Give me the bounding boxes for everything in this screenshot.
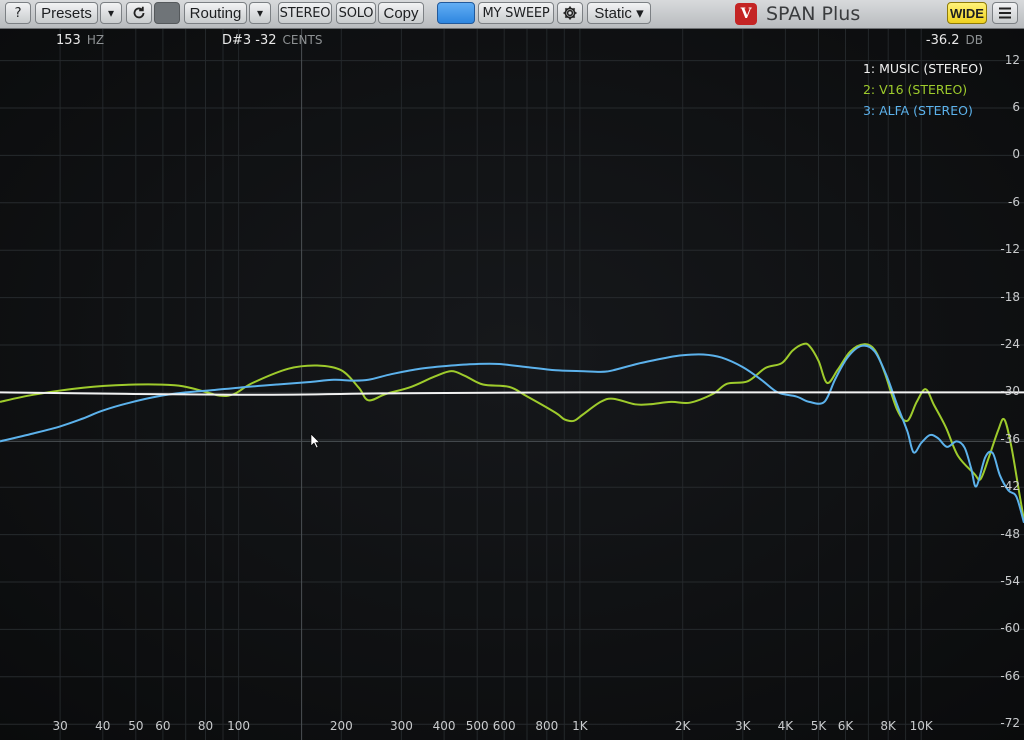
frequency-tick-label: 8K <box>880 719 896 733</box>
app-logo: V SPAN Plus <box>735 2 860 26</box>
menu-icon[interactable] <box>992 2 1018 24</box>
frequency-tick-label: 3K <box>735 719 751 733</box>
legend: 1: MUSIC (STEREO) 2: V16 (STEREO) 3: ALF… <box>863 58 983 121</box>
db-tick-label: -36 <box>1000 431 1020 446</box>
legend-item-music[interactable]: 1: MUSIC (STEREO) <box>863 58 983 79</box>
db-tick-label: -72 <box>1000 716 1020 731</box>
frequency-tick-label: 400 <box>432 719 456 733</box>
note-unit: CENTS <box>282 33 323 47</box>
frequency-tick-label: 200 <box>329 719 353 733</box>
frequency-tick-label: 6K <box>837 719 854 733</box>
voxengo-logo-icon: V <box>735 3 757 25</box>
db-tick-label: -6 <box>1008 194 1020 209</box>
legend-item-v16[interactable]: 2: V16 (STEREO) <box>863 79 983 100</box>
db-tick-label: -24 <box>1000 337 1020 351</box>
help-button[interactable]: ? <box>5 2 31 24</box>
db-tick-label: 12 <box>1004 52 1020 67</box>
db-tick-label: -42 <box>1000 479 1020 494</box>
db-tick-label: -60 <box>1000 621 1020 636</box>
presets-button[interactable]: Presets <box>35 2 98 24</box>
spectrum-plot[interactable] <box>0 29 1024 740</box>
level-value: -36.2 <box>925 33 960 48</box>
db-tick-label: -66 <box>1000 668 1020 683</box>
db-tick-label: 6 <box>1012 100 1020 114</box>
frequency-tick-label: 4K <box>777 719 794 733</box>
db-tick-label: -48 <box>1000 526 1020 541</box>
frequency-tick-label: 1K <box>572 719 588 733</box>
toolbar: ? Presets ▾ Routing ▾ STEREO SOLO Copy M… <box>0 0 1024 29</box>
legend-item-alfa[interactable]: 3: ALFA (STEREO) <box>863 100 983 121</box>
db-tick-label: -18 <box>1000 289 1020 304</box>
db-tick-label: -30 <box>1000 384 1020 399</box>
undo-icon[interactable] <box>126 2 152 24</box>
frequency-tick-label: 30 <box>52 719 68 733</box>
note-value: D#3 -32 <box>222 33 277 48</box>
app-title: SPAN Plus <box>766 3 861 25</box>
frequency-tick-label: 50 <box>128 719 144 733</box>
presets-dropdown-arrow-icon[interactable]: ▾ <box>100 2 122 24</box>
frequency-tick-label: 300 <box>389 719 413 733</box>
my-sweep-button[interactable]: MY SWEEP <box>478 2 554 24</box>
level-readout: -36.2 DB <box>926 33 983 48</box>
frequency-tick-label: 500 <box>465 719 489 733</box>
wide-button[interactable]: WIDE <box>947 2 987 24</box>
frequency-tick-label: 600 <box>492 719 516 733</box>
db-tick-label: -54 <box>1000 574 1020 588</box>
frequency-tick-label: 5K <box>810 719 827 733</box>
sweep-indicator-button[interactable] <box>437 2 475 24</box>
color-toggle-button[interactable] <box>154 2 180 24</box>
copy-button[interactable]: Copy <box>378 2 424 24</box>
db-tick-label: -12 <box>1000 242 1020 257</box>
frequency-tick-label: 800 <box>535 719 559 733</box>
routing-button[interactable]: Routing <box>184 2 247 24</box>
static-dropdown[interactable]: Static ▾ <box>587 2 651 24</box>
frequency-tick-label: 10K <box>909 719 933 733</box>
frequency-readout: 153 HZ <box>56 33 104 48</box>
gear-icon[interactable] <box>557 2 583 24</box>
frequency-tick-label: 60 <box>155 719 171 733</box>
db-tick-label: 0 <box>1012 147 1020 162</box>
routing-dropdown-arrow-icon[interactable]: ▾ <box>249 2 271 24</box>
stereo-button[interactable]: STEREO <box>278 2 332 24</box>
level-unit: DB <box>965 33 983 47</box>
frequency-tick-label: 2K <box>674 719 691 733</box>
frequency-unit: HZ <box>86 33 105 47</box>
solo-button[interactable]: SOLO <box>336 2 376 24</box>
frequency-tick-label: 40 <box>95 719 111 733</box>
note-readout: D#3 -32 CENTS <box>222 33 322 48</box>
frequency-tick-label: 80 <box>197 719 214 733</box>
frequency-value: 153 <box>56 33 81 48</box>
frequency-tick-label: 100 <box>227 719 251 733</box>
